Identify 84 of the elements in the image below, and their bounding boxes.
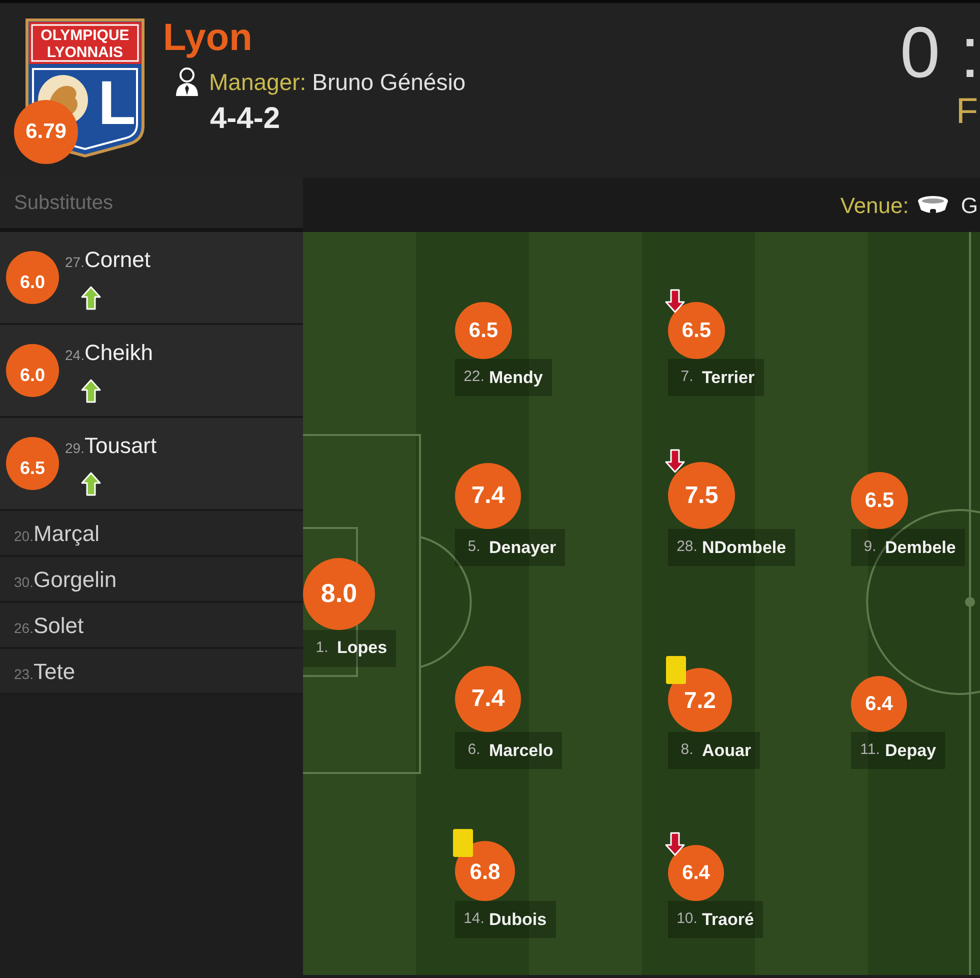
venue-name: G [960, 192, 978, 220]
name-plate[interactable]: 6. Marcelo [455, 732, 562, 769]
player-name: Tousart [84, 432, 157, 460]
player-name: Cheikh [84, 338, 153, 366]
rating-badge: 7.2 [668, 668, 732, 732]
formation-text: 4-4-2 [210, 102, 280, 136]
shirt-number: 23. [14, 664, 34, 684]
shirt-number: 11. [859, 740, 881, 760]
shirt-number: 10. [676, 909, 698, 930]
venue-label: Venue: [840, 192, 909, 220]
stadium-icon [916, 194, 949, 216]
player-name: Denayer [489, 536, 556, 559]
player-name: Marcelo [489, 740, 554, 762]
player-name: Dubois [489, 908, 547, 931]
shirt-number: 1. [314, 638, 330, 658]
name-plate[interactable]: 14. Dubois [455, 901, 556, 938]
substitute-row[interactable]: 6.0 27.Cornet [0, 232, 303, 325]
rating-badge: 7.5 [668, 462, 735, 529]
rating-badge: 6.0 [6, 344, 59, 397]
rating-badge: 6.5 [455, 302, 512, 359]
substitute-row[interactable]: 20.Marçal [0, 511, 303, 557]
shirt-number: 20. [14, 526, 34, 546]
name-plate[interactable]: 8. Aouar [668, 732, 760, 769]
rating-badge: 6.8 [455, 841, 515, 901]
substitutes-heading: Substitutes [14, 191, 113, 216]
shirt-number: 22. [462, 367, 486, 388]
shirt-number: 28. [676, 537, 698, 558]
rating-badge: 6.5 [668, 302, 725, 359]
player-name: Cornet [84, 246, 151, 274]
player-name: NDombele [702, 536, 786, 559]
shirt-number: 30. [14, 572, 34, 592]
rating-badge: 6.5 [851, 472, 908, 529]
rating-badge: 6.4 [851, 676, 907, 732]
shirt-number: 27. [65, 252, 84, 272]
substitute-row[interactable]: 6.5 29.Tousart [0, 418, 303, 511]
shirt-number: 5. [466, 537, 482, 558]
team-name: Lyon [163, 16, 252, 61]
centre-spot [965, 597, 975, 607]
score-text: 0 : [900, 15, 980, 91]
shirt-number: 6. [466, 740, 482, 760]
player-name: Terrier [702, 366, 755, 389]
player-name: Dembele [885, 536, 956, 559]
player-name: Mendy [489, 366, 543, 389]
player-name: Depay [885, 740, 936, 762]
manager-name: Bruno Génésio [312, 68, 466, 97]
name-plate[interactable]: 5. Denayer [455, 529, 566, 566]
rating-badge: 7.4 [455, 463, 521, 529]
crest-text: OLYMPIQUE [40, 27, 130, 44]
name-plate[interactable]: 11. Depay [851, 732, 946, 769]
manager-label: Manager: [209, 68, 306, 97]
name-plate[interactable]: 22. Mendy [455, 359, 552, 396]
match-status-text: F [956, 91, 978, 131]
shirt-number: 26. [14, 618, 34, 638]
crest-text: LYONNAIS [46, 44, 124, 61]
rating-badge: 8.0 [303, 558, 375, 630]
rating-badge: 6.0 [6, 251, 59, 304]
rating-badge: 7.4 [455, 666, 521, 732]
substitute-row[interactable]: 6.0 24.Cheikh [0, 325, 303, 418]
manager-icon [175, 67, 199, 98]
shirt-number: 9. [862, 537, 878, 558]
rating-badge: 6.5 [6, 437, 59, 490]
shirt-number: 24. [65, 346, 84, 364]
player-name: Solet [33, 612, 84, 640]
player-name: Lopes [337, 637, 388, 660]
rating-badge: 6.4 [668, 845, 724, 901]
name-plate[interactable]: 10. Traoré [668, 901, 763, 938]
substitute-row[interactable]: 26.Solet [0, 603, 303, 649]
substitute-row[interactable]: 23.Tete [0, 649, 303, 695]
name-plate[interactable]: 9. Dembele [851, 529, 965, 566]
name-plate[interactable]: 7. Terrier [668, 359, 764, 396]
name-plate[interactable]: 1. Lopes [303, 630, 396, 666]
player-name: Gorgelin [33, 566, 117, 594]
name-plate[interactable]: 28. NDombele [668, 529, 796, 566]
team-rating-badge: 6.79 [14, 100, 78, 164]
shirt-number: 14. [462, 909, 486, 930]
player-name: Marçal [33, 520, 100, 548]
substitute-row[interactable]: 30.Gorgelin [0, 557, 303, 603]
shirt-number: 8. [680, 740, 694, 760]
player-name: Tete [33, 658, 76, 686]
player-name: Traoré [702, 908, 754, 931]
shirt-number: 7. [680, 367, 694, 388]
player-name: Aouar [702, 740, 752, 762]
shirt-number: 29. [65, 438, 84, 458]
crest-letter: L [98, 69, 136, 138]
